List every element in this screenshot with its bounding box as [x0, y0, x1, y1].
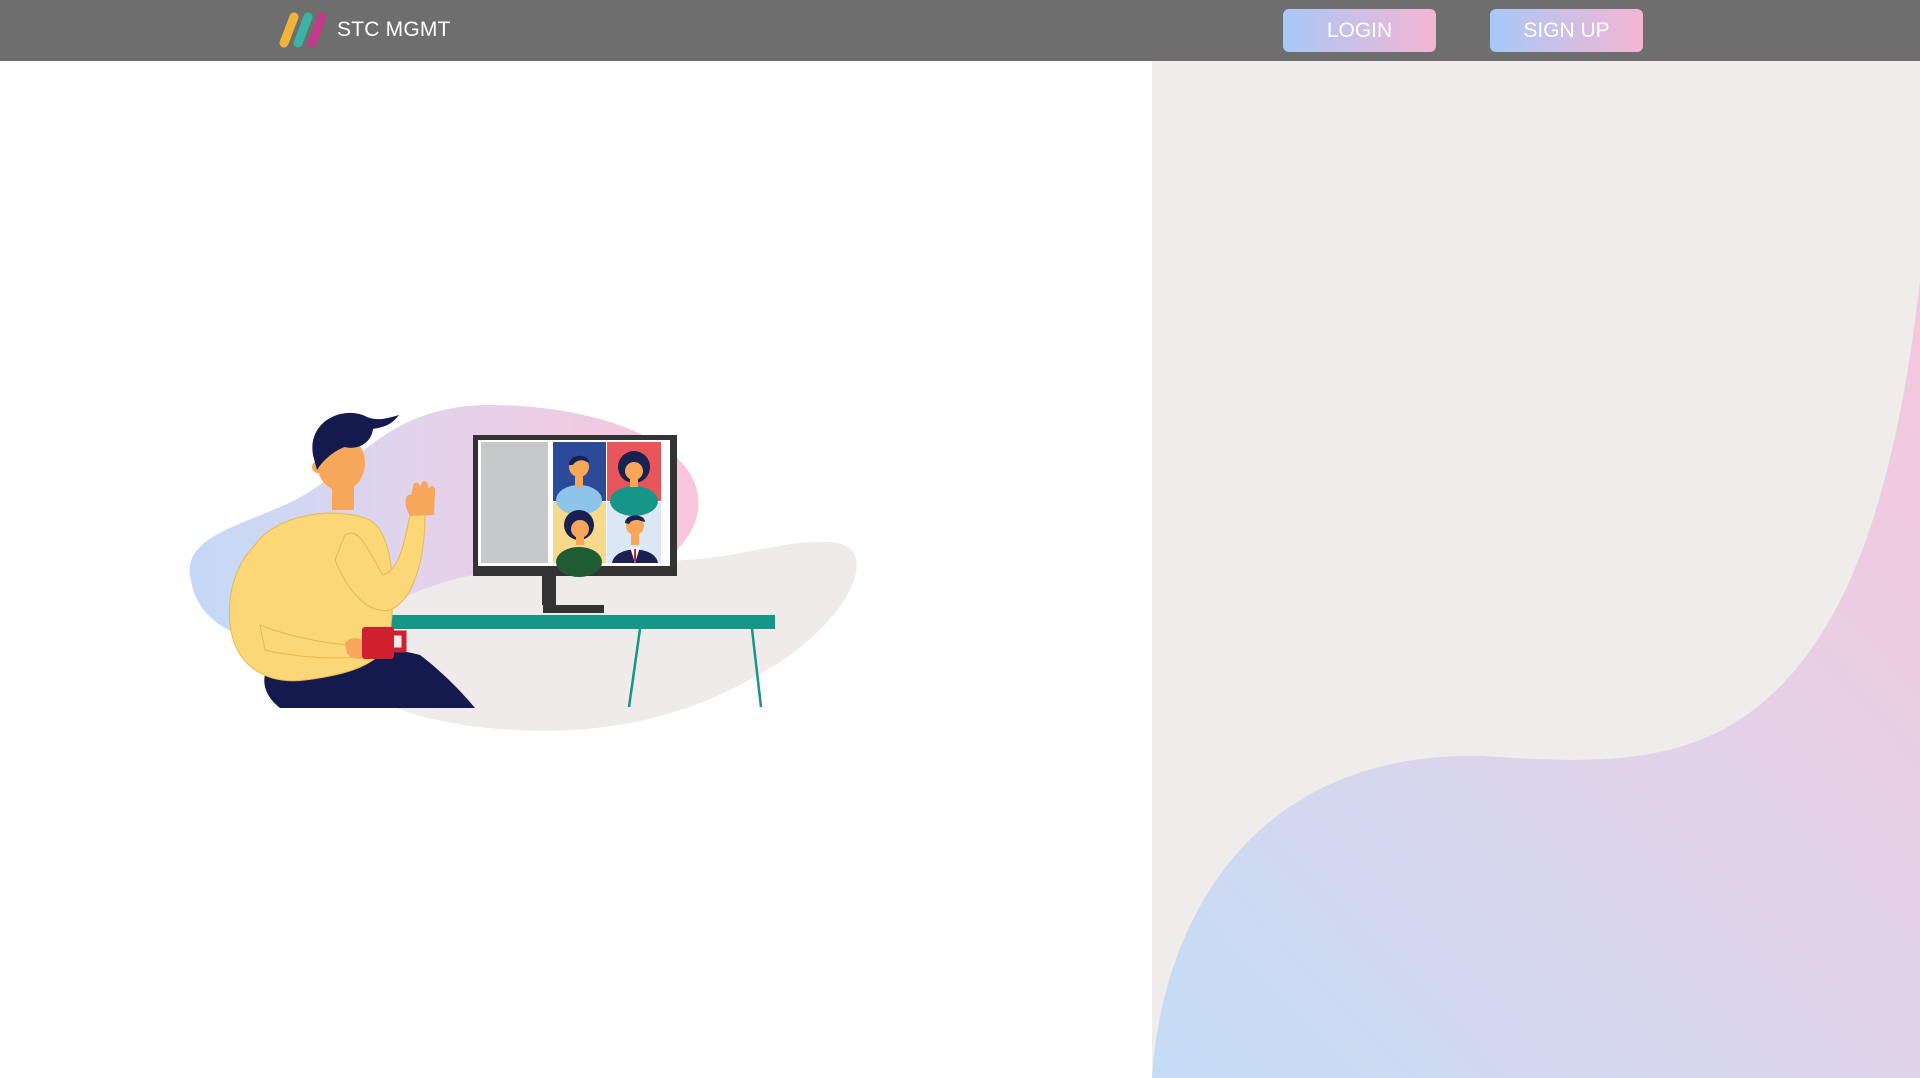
brand-name[interactable]: STC MGMT: [337, 18, 451, 42]
decorative-panel: [1152, 61, 1920, 1078]
top-navigation-bar: STC MGMT LOGIN SIGN UP: [0, 0, 1920, 61]
gradient-wave-icon: [1152, 281, 1920, 1078]
three-stripes-logo-icon[interactable]: [274, 11, 332, 49]
video-conference-illustration-icon: [189, 405, 857, 731]
login-button[interactable]: LOGIN: [1283, 9, 1436, 52]
sign-up-button[interactable]: SIGN UP: [1490, 9, 1643, 52]
